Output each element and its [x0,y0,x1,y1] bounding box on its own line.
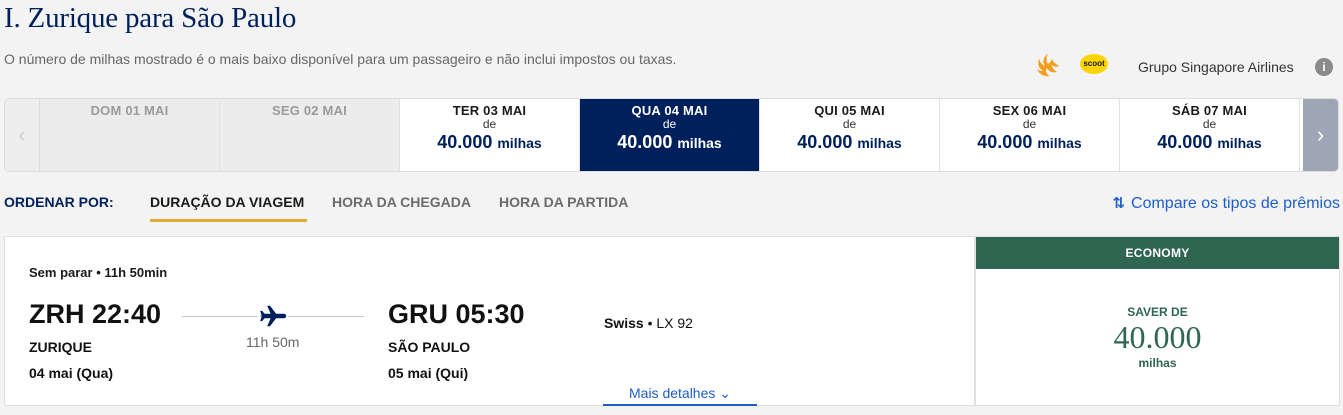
airline-group-label: Grupo Singapore Airlines [1138,59,1294,75]
sort-option-duration[interactable]: DURAÇÃO DA VIAGEM [150,194,304,210]
sort-bar: ORDENAR POR: DURAÇÃO DA VIAGEM HORA DA C… [4,194,1340,226]
previous-dates-button[interactable]: ‹ [5,99,40,171]
sort-label: ORDENAR POR: [4,194,114,210]
scoot-logo-icon: scoot [1080,54,1108,74]
fare-miles-value: 40.000 [1113,319,1202,355]
chevron-right-icon: › [1316,122,1325,147]
singapore-airlines-logo-icon [1036,52,1060,78]
airline-name: Swiss [604,315,644,331]
date-label: TER 03 MAI [452,103,527,118]
departure-date: 04 mai (Qua) [29,365,114,381]
fare-type-label: SAVER DE [1127,305,1188,319]
operating-carrier: Swiss • LX 92 [604,315,693,331]
airplane-icon [258,303,288,329]
date-tab-tue-03[interactable]: TER 03 MAI de 40.000 milhas [400,99,580,171]
compare-award-types-link[interactable]: ⇅ Compare os tipos de prêmios [1112,194,1340,213]
economy-fare-card[interactable]: ECONOMY SAVER DE 40.000 milhas [975,236,1340,406]
date-miles: 40.000 milhas [617,132,722,152]
date-from-label: de [1022,117,1037,131]
arrival-city: SÃO PAULO [388,339,471,355]
flight-duration: 11h 50m [246,334,300,350]
date-miles: 40.000 milhas [977,132,1082,152]
date-from-label: de [662,117,677,131]
next-dates-button[interactable]: › [1303,99,1338,171]
date-label: QUI 05 MAI [814,103,885,118]
active-sort-indicator [150,219,307,222]
compare-label: Compare os tipos de prêmios [1131,195,1340,212]
cabin-class-header: ECONOMY [976,237,1339,269]
info-icon[interactable]: i [1315,58,1333,76]
date-tab-wed-04[interactable]: QUA 04 MAI de 40.000 milhas [580,99,760,171]
date-miles: 40.000 milhas [437,132,542,152]
sort-arrows-icon: ⇅ [1112,195,1126,212]
page-title: I. Zurique para São Paulo [4,2,297,34]
miles-disclaimer: O número de milhas mostrado é o mais bai… [4,51,677,67]
date-tab-sat-07[interactable]: SÁB 07 MAI de 40.000 milhas [1120,99,1300,171]
date-tab-thu-05[interactable]: QUI 05 MAI de 40.000 milhas [760,99,940,171]
flight-stops-summary: Sem parar • 11h 50min [29,265,168,280]
departure-time: ZRH 22:40 [29,299,162,329]
arrival-time: GRU 05:30 [388,299,525,329]
more-details-button[interactable]: Mais detalhes ⌄ [603,385,757,406]
date-selector: ‹ DOM 01 MAI SEG 02 MAI TER 03 MAI de 40… [4,98,1339,172]
sort-option-arrival-time[interactable]: HORA DA CHEGADA [332,194,471,210]
date-label: SEX 06 MAI [992,103,1067,118]
chevron-left-icon: ‹ [18,122,26,147]
date-tab-fri-06[interactable]: SEX 06 MAI de 40.000 milhas [940,99,1120,171]
sort-option-departure-time[interactable]: HORA DA PARTIDA [499,194,628,210]
arrival-date: 05 mai (Qui) [388,365,469,381]
date-label: DOM 01 MAI [90,103,169,118]
date-label: SEG 02 MAI [272,103,347,118]
flight-card: Sem parar • 11h 50min ZRH 22:40 ZURIQUE … [4,236,975,406]
date-tab-sun-01: DOM 01 MAI [40,99,220,171]
date-tab-mon-02: SEG 02 MAI [220,99,400,171]
date-label: SÁB 07 MAI [1172,103,1247,118]
flight-number: • LX 92 [647,315,693,331]
date-from-label: de [842,117,857,131]
date-miles: 40.000 milhas [1157,132,1262,152]
departure-city: ZURIQUE [29,339,92,355]
date-from-label: de [1202,117,1217,131]
date-label: QUA 04 MAI [631,103,708,118]
date-from-label: de [482,117,497,131]
fare-miles-unit: milhas [1138,356,1177,370]
date-miles: 40.000 milhas [797,132,902,152]
